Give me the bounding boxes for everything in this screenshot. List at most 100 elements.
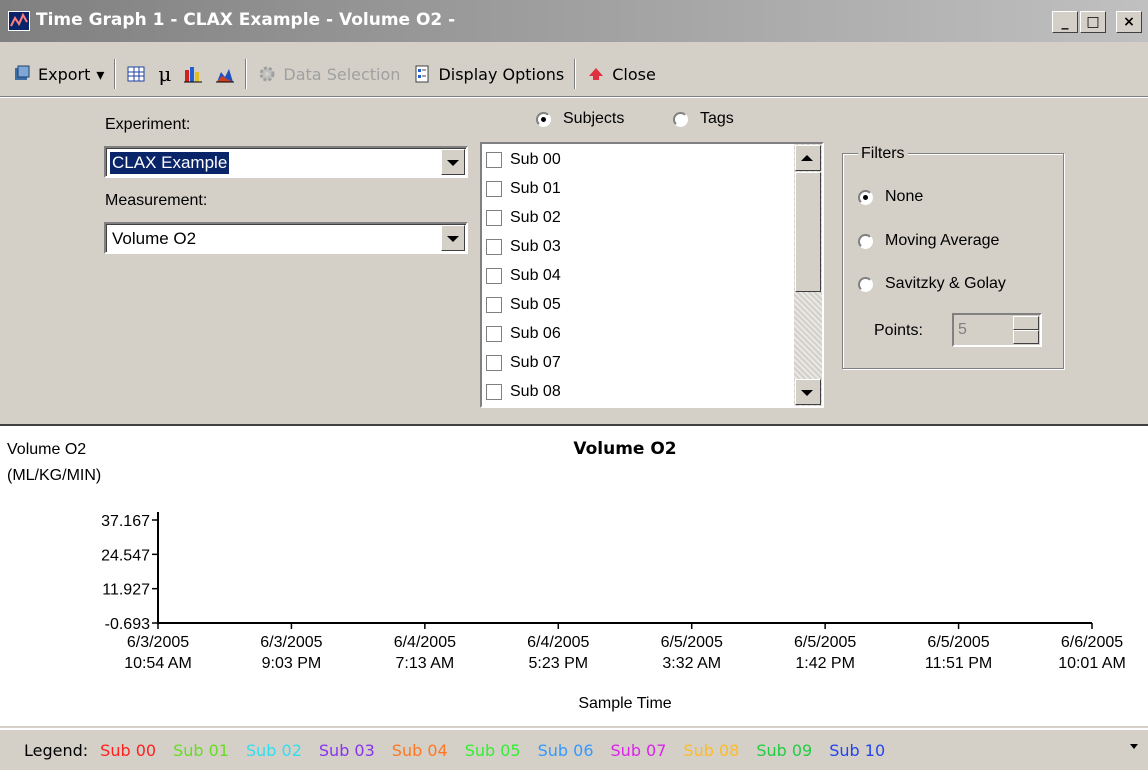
chart: Volume O2 (ML/KG/MIN) Volume O2 Sample T… [7, 439, 1126, 712]
legend-items: Sub 00 Sub 01 Sub 02 Sub 03 Sub 04 Sub 05 Sub … [100, 741, 902, 760]
x-tick-label-time: 7:13 AM [396, 655, 455, 672]
scroll-up-button[interactable] [795, 145, 821, 171]
export-button[interactable]: Export ▾ [6, 58, 110, 90]
display-options-label: Display Options [438, 64, 565, 84]
title-bar: Time Graph 1 - CLAX Example - Volume O2 … [0, 0, 1148, 42]
checkbox[interactable] [486, 151, 502, 168]
chevron-down-icon [441, 149, 465, 175]
measurement-value: Volume O2 [112, 229, 197, 248]
chevron-down-icon[interactable] [1130, 744, 1138, 749]
x-tick-label-date: 6/4/2005 [394, 634, 456, 651]
list-item-label: Sub 04 [510, 266, 561, 284]
checkbox[interactable] [486, 296, 502, 313]
checkbox[interactable] [486, 180, 502, 197]
minimize-button[interactable]: _ [1052, 11, 1078, 33]
grid-icon [127, 66, 145, 82]
tags-radio[interactable]: Tags [673, 110, 734, 128]
x-tick-label-time: 5:23 PM [528, 655, 588, 672]
checkbox[interactable] [486, 209, 502, 226]
table-view-button[interactable] [120, 58, 152, 90]
stepper-up-button[interactable] [1013, 316, 1039, 330]
list-item[interactable]: Sub 02 [486, 203, 561, 232]
area-chart-icon [216, 69, 235, 83]
list-item[interactable]: Sub 05 [486, 290, 561, 319]
area-chart-button[interactable] [209, 58, 241, 90]
list-item[interactable]: Sub 00 [486, 145, 561, 174]
legend-item[interactable]: Sub 09 [756, 741, 812, 760]
x-tick-label-time: 11:51 PM [925, 655, 992, 672]
close-button[interactable]: Close [580, 58, 662, 90]
maximize-icon: □ [1086, 14, 1100, 30]
x-tick-label-date: 6/5/2005 [661, 634, 723, 651]
list-item-label: Sub 05 [510, 295, 561, 313]
data-selection-button[interactable]: Data Selection [251, 58, 406, 90]
checkbox[interactable] [486, 325, 502, 342]
bar-chart-button[interactable] [177, 58, 209, 90]
export-icon [15, 65, 30, 80]
filter-none-radio[interactable]: None [858, 188, 923, 206]
experiment-select[interactable]: CLAX Example [104, 146, 468, 178]
display-options-button[interactable]: Display Options [406, 58, 570, 90]
list-item-label: Sub 02 [510, 208, 561, 226]
legend-item[interactable]: Sub 05 [465, 741, 521, 760]
maximize-button[interactable]: □ [1080, 11, 1106, 33]
list-scrollbar[interactable] [794, 144, 822, 406]
list-item[interactable]: Sub 08 [486, 377, 561, 406]
x-tick-label-time: 3:32 AM [662, 655, 721, 672]
x-tick-label-time: 9:03 PM [262, 655, 322, 672]
stepper-down-button[interactable] [1013, 330, 1039, 344]
filter-savitzky-golay-label: Savitzky & Golay [885, 275, 1006, 292]
list-item[interactable]: Sub 07 [486, 348, 561, 377]
divider [0, 96, 1148, 98]
legend-item[interactable]: Sub 08 [683, 741, 739, 760]
radio-dot [536, 111, 551, 127]
points-label: Points: [874, 322, 923, 339]
legend-item[interactable]: Sub 01 [173, 741, 229, 760]
legend-item[interactable]: Sub 10 [829, 741, 885, 760]
filter-moving-average-radio[interactable]: Moving Average [858, 232, 999, 250]
measurement-select[interactable]: Volume O2 [104, 222, 468, 254]
filters-title: Filters [858, 145, 908, 163]
legend-item[interactable]: Sub 06 [538, 741, 594, 760]
chart-title: Volume O2 [573, 439, 676, 459]
points-stepper[interactable]: 5 [952, 313, 1042, 347]
export-label: Export [38, 64, 91, 84]
radio-dot [858, 189, 873, 205]
close-window-button[interactable]: × [1116, 11, 1142, 33]
list-item[interactable]: Sub 03 [486, 232, 561, 261]
list-item-label: Sub 03 [510, 237, 561, 255]
x-axis-label: Sample Time [578, 695, 671, 712]
x-tick-label-date: 6/3/2005 [127, 634, 189, 651]
list-item[interactable]: Sub 04 [486, 261, 561, 290]
subjects-radio[interactable]: Subjects [536, 110, 624, 128]
chevron-down-icon [441, 225, 465, 251]
statistics-button[interactable]: μ [152, 58, 177, 90]
legend-item[interactable]: Sub 07 [611, 741, 667, 760]
list-item[interactable]: Sub 01 [486, 174, 561, 203]
toolbar-separator [114, 59, 117, 89]
legend-item[interactable]: Sub 00 [100, 741, 156, 760]
legend-item[interactable]: Sub 03 [319, 741, 375, 760]
checkbox[interactable] [486, 354, 502, 371]
checkbox[interactable] [486, 238, 502, 255]
scroll-thumb[interactable] [795, 172, 821, 292]
chevron-down-icon: ▾ [96, 64, 105, 84]
y-tick-label: 24.547 [101, 547, 150, 564]
legend-label: Legend: [24, 740, 89, 760]
list-item[interactable]: Sub 06 [486, 319, 561, 348]
measurement-label: Measurement: [105, 192, 208, 209]
subjects-radio-label: Subjects [563, 110, 625, 127]
filter-savitzky-golay-radio[interactable]: Savitzky & Golay [858, 275, 1006, 293]
legend-item[interactable]: Sub 02 [246, 741, 302, 760]
legend: Legend: Sub 00 Sub 01 Sub 02 Sub 03 Sub 04 Su… [0, 728, 1148, 770]
chart-area: Volume O2 (ML/KG/MIN) Volume O2 Sample T… [0, 424, 1148, 726]
filter-none-label: None [885, 188, 924, 205]
checkbox[interactable] [486, 383, 502, 400]
y-tick-label: -0.693 [105, 616, 150, 633]
x-tick-label-date: 6/5/2005 [927, 634, 989, 651]
checkbox[interactable] [486, 267, 502, 284]
mu-icon: μ [158, 62, 172, 86]
legend-item[interactable]: Sub 04 [392, 741, 448, 760]
subjects-list[interactable]: Sub 00 Sub 01 Sub 02 Sub 03 Sub 04 Sub 0… [480, 142, 824, 408]
scroll-down-button[interactable] [795, 379, 821, 405]
